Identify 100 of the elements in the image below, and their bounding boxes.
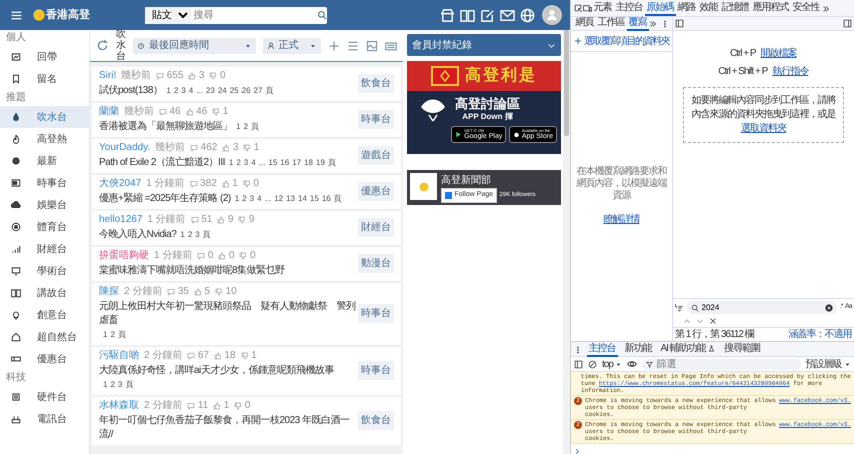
- thread-card[interactable]: YourDaddy. 幾秒前 462 3 1 Path of Exile 2（流亡黯道2）III 1 2 3 4 ... 15 16 17 18 19 頁 遊戲台: [92, 138, 401, 172]
- page-link[interactable]: 24: [218, 86, 227, 94]
- search-field[interactable]: 貼文 搜尋: [145, 6, 327, 24]
- sidebar-icon[interactable]: [574, 360, 583, 368]
- page-link[interactable]: 1: [103, 380, 108, 388]
- eye-icon[interactable]: [627, 359, 638, 369]
- page-link[interactable]: 1: [236, 122, 240, 130]
- sidebar-item[interactable]: 高登熱: [0, 128, 89, 150]
- thread-card[interactable]: 拚蛋唔夠硬 1 分鐘前 0 0 0 棠蜜味雅濤下嘴就唔洗婚姻咁呢8集做緊乜野 動漫台: [92, 246, 401, 280]
- select-folder-button[interactable]: 選取覆寫項目的資料夾: [571, 31, 672, 52]
- page-link[interactable]: 3: [244, 158, 248, 166]
- scrollbar[interactable]: [563, 30, 570, 454]
- devtools-tab[interactable]: 網路: [676, 1, 698, 16]
- sidebar-item[interactable]: 吹水台: [0, 106, 89, 128]
- devtools-tab[interactable]: 記憶體: [720, 1, 750, 16]
- navigator-tab[interactable]: 網頁: [574, 16, 596, 31]
- sidebar-item[interactable]: 優惠台: [0, 348, 89, 370]
- sidebar-item[interactable]: 回帶: [0, 46, 89, 68]
- sidebar-item[interactable]: 財經台: [0, 238, 89, 260]
- thread-title[interactable]: 年初一叮個七仔魚香茄子飯黎食，再開一枝2023 年既白酒一流//: [99, 414, 356, 442]
- mail-icon[interactable]: [500, 8, 514, 22]
- page-link[interactable]: 3: [250, 194, 254, 202]
- previous-match-icon[interactable]: [682, 316, 690, 324]
- page-link[interactable]: 27: [254, 86, 262, 94]
- toggle-sidebar-icon[interactable]: [842, 19, 852, 28]
- page-link[interactable]: 1: [166, 86, 171, 94]
- navigator-tab[interactable]: 覆寫: [626, 16, 648, 31]
- shortcut-link[interactable]: 執行指令: [772, 64, 808, 78]
- board-tag[interactable]: 動漫台: [358, 254, 394, 273]
- toggle-navigator-icon[interactable]: [675, 19, 684, 28]
- page-link[interactable]: 17: [292, 158, 302, 166]
- devtools-tab[interactable]: 安全性: [790, 1, 822, 16]
- sidebar-item[interactable]: 娛樂台: [0, 194, 89, 216]
- shortcut-link[interactable]: 開啟檔案: [760, 46, 797, 61]
- edit-icon[interactable]: [480, 8, 494, 22]
- sidebar-item[interactable]: 體育台: [0, 216, 89, 238]
- more-options-icon[interactable]: [661, 20, 669, 28]
- board-tag[interactable]: 飲食台: [358, 411, 394, 430]
- search-scope-select[interactable]: 貼文: [145, 6, 191, 24]
- page-link[interactable]: 2: [110, 380, 115, 388]
- board-tag[interactable]: 優惠台: [358, 182, 394, 201]
- thread-card[interactable]: Siri! 幾秒前 655 3 0 試伏post(138） 1 2 3 4 ... 23 24 25 26 27 頁 飲食台: [92, 66, 401, 100]
- author-name[interactable]: 陳探: [99, 286, 119, 298]
- page-link[interactable]: 13: [286, 194, 296, 202]
- page-link[interactable]: 16: [280, 158, 290, 166]
- log-levels-select[interactable]: 預設層級: [806, 356, 851, 372]
- clear-console-icon[interactable]: [588, 360, 597, 368]
- plus-icon[interactable]: [328, 40, 340, 52]
- avatar[interactable]: [542, 5, 562, 25]
- navigator-tab[interactable]: 工作區: [596, 16, 626, 31]
- sidebar-item[interactable]: 硬件台: [0, 386, 89, 408]
- replace-toggle-icon[interactable]: [675, 303, 684, 312]
- inspect-icon[interactable]: [574, 4, 582, 13]
- page-link[interactable]: 2: [188, 230, 192, 238]
- board-tag[interactable]: 時事台: [358, 110, 394, 129]
- coverage-status[interactable]: 涵蓋率：不適用: [788, 328, 852, 341]
- page-link[interactable]: 2: [174, 86, 178, 94]
- drawer-tab[interactable]: 主控台: [586, 342, 618, 357]
- thread-title[interactable]: 今晚入唔入Nvidia?: [99, 228, 176, 242]
- logo-text[interactable]: 香港高登: [46, 6, 90, 24]
- sidebar-item[interactable]: 創意台: [0, 304, 89, 326]
- page-link[interactable]: 2: [242, 194, 247, 202]
- page-link[interactable]: 15: [310, 194, 319, 202]
- drawer-tab[interactable]: 新功能: [622, 342, 654, 357]
- page-link[interactable]: 1: [103, 330, 108, 338]
- sidebar-item[interactable]: 超自然台: [0, 326, 89, 348]
- search-input[interactable]: 2024: [702, 302, 822, 314]
- sidebar-item[interactable]: 最新: [0, 150, 89, 172]
- page-link[interactable]: 12: [274, 194, 284, 202]
- thread-card[interactable]: 陳探 2 分鐘前 35 5 10 元朗上攸田村大年初一驚現豬頭祭品 疑有人動物獻祭 警列虐畜 1 2 頁 時事台: [92, 282, 401, 344]
- thread-title[interactable]: 元朗上攸田村大年初一驚現豬頭祭品 疑有人動物獻祭 警列虐畜: [99, 300, 356, 328]
- thread-title[interactable]: Path of Exile 2（流亡黯道2）III: [99, 156, 225, 170]
- author-name[interactable]: 蘭蘭: [99, 106, 119, 118]
- board-tag[interactable]: 時事台: [358, 304, 394, 323]
- board-tag[interactable]: 飲食台: [358, 74, 394, 93]
- list-icon[interactable]: [347, 40, 359, 52]
- devtools-tab[interactable]: 元素: [592, 1, 614, 16]
- refresh-icon[interactable]: [96, 39, 109, 52]
- search-icon[interactable]: [317, 10, 327, 20]
- page-link[interactable]: 14: [298, 194, 307, 202]
- page-link[interactable]: 18: [304, 158, 313, 166]
- thread-card[interactable]: 大俠2047 1 分鐘前 382 1 0 優惠+緊縮 =2025年生存策略 (2) 1 2 3 4 ... 12 13 14 15 16 頁 優惠台: [92, 174, 401, 208]
- page-link[interactable]: 4: [188, 86, 194, 94]
- drawer-tab[interactable]: 搜尋範圍: [722, 342, 762, 357]
- thread-card[interactable]: 水林森取 2 分鐘前 11 1 0 年初一叮個七仔魚香茄子飯黎食，再開一枝2023 年既白酒一流// 飲食台: [92, 396, 401, 444]
- page-link[interactable]: 4: [251, 158, 256, 166]
- device-icon[interactable]: [582, 4, 592, 13]
- sidebar-item[interactable]: 時事台: [0, 172, 89, 194]
- clear-icon[interactable]: [825, 304, 834, 312]
- select-folder-link[interactable]: 選取資料夾: [740, 122, 786, 134]
- devtools-tab[interactable]: 效能: [698, 1, 720, 16]
- prompt-icon[interactable]: [574, 448, 580, 454]
- page-link[interactable]: 19: [316, 158, 325, 166]
- page-link[interactable]: 23: [206, 86, 215, 94]
- sidebar-item[interactable]: 留名: [0, 68, 89, 90]
- menu-icon[interactable]: [10, 8, 23, 22]
- search-field[interactable]: 2024: [686, 301, 838, 314]
- page-name[interactable]: 高登新聞部: [441, 173, 536, 188]
- thread-title[interactable]: 優惠+緊縮 =2025年生存策略 (2): [99, 192, 231, 206]
- book-icon[interactable]: [460, 8, 474, 22]
